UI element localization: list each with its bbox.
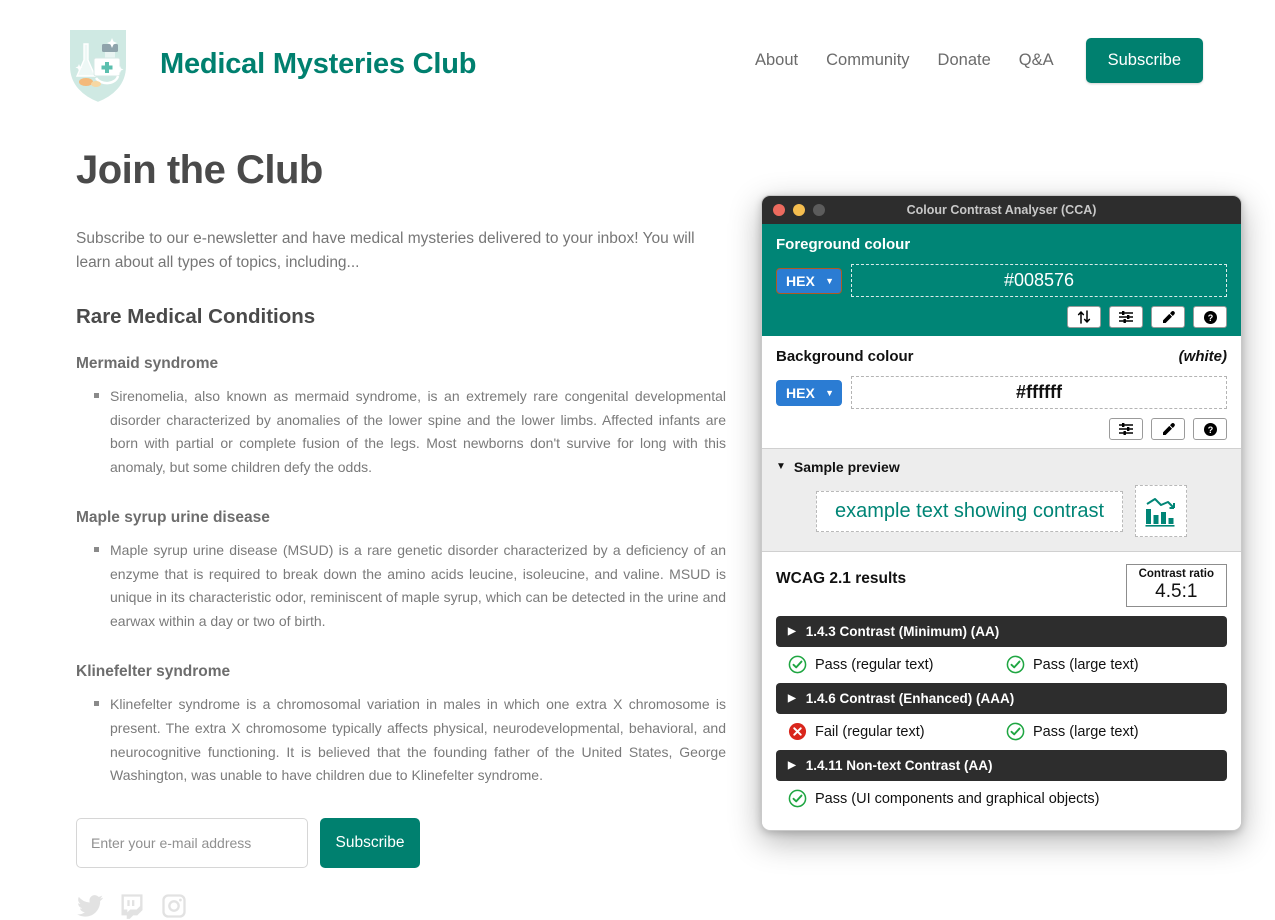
result-outcome: Fail (regular text): [788, 722, 1006, 741]
triangle-right-icon: ▶: [788, 692, 796, 704]
eyedropper-icon[interactable]: [1151, 418, 1185, 440]
contrast-ratio-label: Contrast ratio: [1138, 568, 1214, 580]
condition-list-mermaid: Sirenomelia, also known as mermaid syndr…: [76, 385, 726, 479]
foreground-panel: Foreground colour HEX ▼ #008576 ?: [762, 224, 1241, 336]
sample-preview-panel: ▼ Sample preview example text showing co…: [762, 449, 1241, 552]
sliders-icon[interactable]: [1109, 418, 1143, 440]
background-hex-value[interactable]: #ffffff: [851, 376, 1227, 409]
criterion-1-4-6-results: Fail (regular text) Pass (large text): [776, 722, 1227, 741]
condition-title-msud: Maple syrup urine disease: [76, 509, 270, 527]
wcag-results-panel: WCAG 2.1 results Contrast ratio 4.5:1 ▶ …: [762, 552, 1241, 825]
foreground-label: Foreground colour: [776, 236, 911, 253]
condition-title-mermaid: Mermaid syndrome: [76, 355, 219, 373]
contrast-ratio-value: 4.5:1: [1155, 581, 1198, 603]
page-title: Join the Club: [76, 148, 323, 192]
nav-link-about[interactable]: About: [741, 51, 812, 70]
condition-title-klinefelter: Klinefelter syndrome: [76, 663, 231, 681]
result-outcome: Pass (UI components and graphical object…: [788, 789, 1100, 808]
foreground-button-row: ?: [776, 306, 1227, 328]
sample-preview-label: Sample preview: [793, 459, 900, 475]
result-text: Pass (large text): [1033, 723, 1139, 740]
sliders-icon[interactable]: [1109, 306, 1143, 328]
background-label: Background colour: [776, 348, 914, 365]
help-icon[interactable]: ?: [1193, 306, 1227, 328]
pass-check-icon: [788, 789, 807, 808]
criterion-1-4-3-results: Pass (regular text) Pass (large text): [776, 655, 1227, 674]
background-format-select[interactable]: HEX: [776, 379, 842, 406]
cca-window: Colour Contrast Analyser (CCA) Foregroun…: [761, 195, 1242, 831]
foreground-format-select-wrap: HEX ▼: [776, 267, 842, 294]
criterion-1-4-6-label: 1.4.6 Contrast (Enhanced) (AAA): [805, 691, 1015, 707]
pass-check-icon: [1006, 722, 1025, 741]
brand-title: Medical Mysteries Club: [160, 47, 477, 80]
nav-link-community[interactable]: Community: [812, 51, 923, 70]
site-header: Medical Mysteries Club About Community D…: [0, 0, 1275, 128]
swap-colours-icon[interactable]: [1067, 306, 1101, 328]
help-icon[interactable]: ?: [1193, 418, 1227, 440]
condition-list-klinefelter: Klinefelter syndrome is a chromosomal va…: [76, 693, 726, 787]
result-outcome: Pass (regular text): [788, 655, 1006, 674]
svg-text:?: ?: [1207, 313, 1213, 323]
main-content: Join the Club Subscribe to our e-newslet…: [76, 148, 726, 920]
form-subscribe-button[interactable]: Subscribe: [320, 817, 420, 868]
condition-list-msud: Maple syrup urine disease (MSUD) is a ra…: [76, 539, 726, 633]
foreground-hex-value[interactable]: #008576: [851, 264, 1227, 297]
instagram-icon[interactable]: [160, 892, 188, 920]
twitch-icon[interactable]: [118, 892, 146, 920]
criterion-1-4-11-results: Pass (UI components and graphical object…: [776, 789, 1227, 808]
criterion-1-4-3-label: 1.4.3 Contrast (Minimum) (AA): [805, 624, 1000, 640]
list-item: Klinefelter syndrome is a chromosomal va…: [94, 693, 726, 787]
section-title: Rare Medical Conditions: [76, 305, 316, 329]
brand[interactable]: Medical Mysteries Club: [62, 20, 477, 108]
result-text: Pass (regular text): [815, 656, 934, 673]
bar-chart-icon: [1135, 485, 1188, 537]
nav-link-donate[interactable]: Donate: [924, 51, 1005, 70]
eyedropper-icon[interactable]: [1151, 306, 1185, 328]
pass-check-icon: [788, 655, 807, 674]
intro-paragraph: Subscribe to our e-newsletter and have m…: [76, 230, 695, 272]
subscribe-form: Subscribe: [76, 817, 726, 868]
twitter-icon[interactable]: [76, 892, 104, 920]
triangle-right-icon: ▶: [788, 625, 796, 637]
background-button-row: ?: [776, 418, 1227, 440]
nav-link-qa[interactable]: Q&A: [1005, 51, 1068, 70]
foreground-format-select[interactable]: HEX: [776, 267, 842, 294]
result-text: Pass (UI components and graphical object…: [815, 790, 1100, 807]
zoom-window-icon[interactable]: [813, 204, 825, 216]
nav-subscribe-button[interactable]: Subscribe: [1085, 38, 1203, 83]
medical-shield-logo-icon: [62, 20, 134, 108]
sample-preview-disclosure[interactable]: ▼ Sample preview: [776, 459, 1227, 475]
background-format-select-wrap: HEX ▼: [776, 379, 842, 406]
wcag-results-title: WCAG 2.1 results: [776, 570, 907, 587]
fail-cross-icon: [788, 723, 807, 741]
sample-text: example text showing contrast: [815, 490, 1124, 532]
result-text: Fail (regular text): [815, 723, 925, 740]
main-nav: About Community Donate Q&A Subscribe: [741, 38, 1203, 83]
result-outcome: Pass (large text): [1006, 655, 1139, 674]
background-colour-name: (white): [1178, 348, 1227, 365]
window-controls: [773, 204, 825, 216]
criterion-1-4-6-bar[interactable]: ▶ 1.4.6 Contrast (Enhanced) (AAA): [776, 683, 1227, 715]
list-item: Sirenomelia, also known as mermaid syndr…: [94, 385, 726, 479]
criterion-1-4-11-label: 1.4.11 Non-text Contrast (AA): [805, 758, 993, 774]
triangle-right-icon: ▶: [788, 759, 796, 771]
close-window-icon[interactable]: [773, 204, 785, 216]
list-item: Maple syrup urine disease (MSUD) is a ra…: [94, 539, 726, 633]
email-input[interactable]: [76, 817, 308, 868]
minimize-window-icon[interactable]: [793, 204, 805, 216]
result-outcome: Pass (large text): [1006, 722, 1139, 741]
result-text: Pass (large text): [1033, 656, 1139, 673]
background-panel: Background colour (white) HEX ▼ #ffffff: [762, 336, 1241, 449]
pass-check-icon: [1006, 655, 1025, 674]
triangle-down-icon: ▼: [776, 461, 786, 472]
criterion-1-4-11-bar[interactable]: ▶ 1.4.11 Non-text Contrast (AA): [776, 750, 1227, 782]
svg-text:?: ?: [1207, 425, 1213, 435]
criterion-1-4-3-bar[interactable]: ▶ 1.4.3 Contrast (Minimum) (AA): [776, 616, 1227, 648]
cca-titlebar[interactable]: Colour Contrast Analyser (CCA): [762, 196, 1241, 224]
contrast-ratio-box: Contrast ratio 4.5:1: [1125, 564, 1227, 608]
social-links: [76, 892, 726, 920]
cca-window-title: Colour Contrast Analyser (CCA): [906, 203, 1097, 217]
